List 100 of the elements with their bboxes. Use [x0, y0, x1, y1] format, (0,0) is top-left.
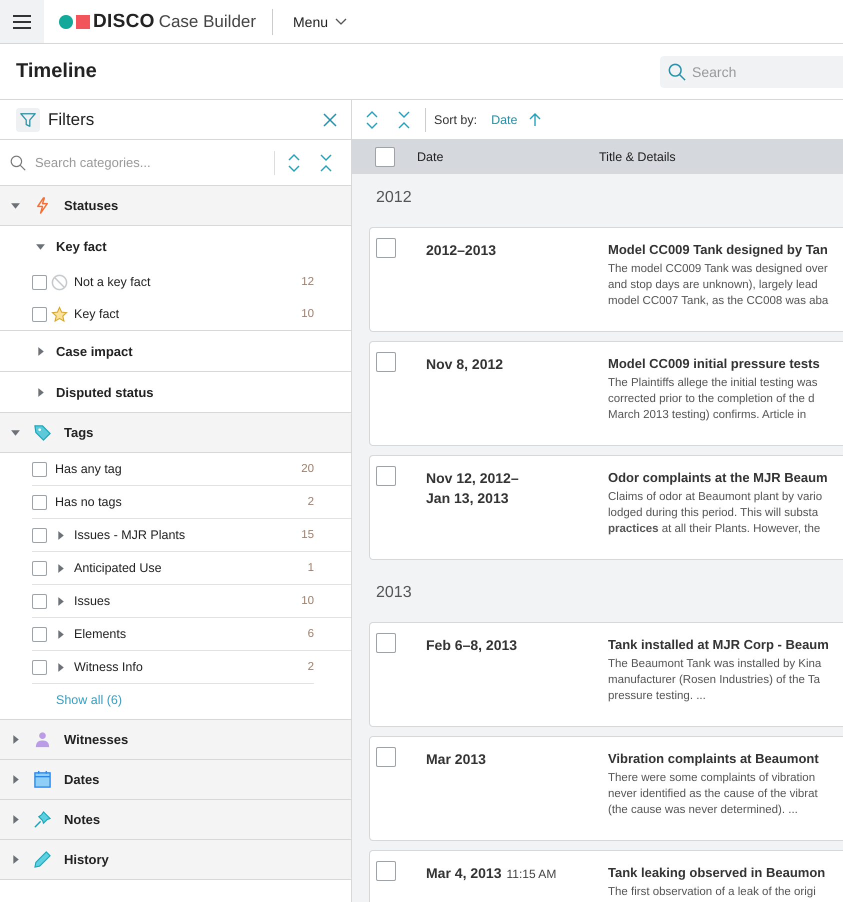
event-title: Model CC009 initial pressure tests: [608, 356, 820, 371]
arrow-up-icon[interactable]: [529, 112, 542, 126]
subcategory-label[interactable]: Case impact: [56, 344, 133, 358]
checkbox[interactable]: [376, 861, 396, 881]
event-details-line: (the cause was never determined). ...: [608, 803, 799, 818]
search-field[interactable]: Search: [660, 56, 843, 88]
subcategory-label[interactable]: Key fact: [56, 238, 107, 254]
category-label: Dates: [64, 772, 100, 787]
event-details-line: never identified as the cause of the vibrat: [608, 787, 819, 802]
event-date: 2012–2013: [426, 242, 496, 258]
category-header[interactable]: Statuses: [0, 186, 351, 226]
checkbox[interactable]: [376, 633, 396, 653]
year-heading: 2012: [375, 188, 413, 208]
category-header[interactable]: Witnesses: [0, 720, 351, 760]
event-title: Tank installed at MJR Corp - Beaum: [608, 637, 829, 652]
checkbox[interactable]: [32, 274, 47, 290]
event-details-line: The Plaintiffs allege the initial testing was: [608, 376, 818, 391]
checkbox[interactable]: [32, 306, 47, 322]
event-date: Jan 13, 2013: [426, 490, 509, 506]
tag-icon: [33, 423, 52, 442]
event-title: Vibration complaints at Beaumont: [608, 751, 819, 766]
chevron-down-icon: [335, 18, 348, 26]
count-label: 20: [301, 463, 314, 475]
menu-dropdown[interactable]: Menu: [293, 10, 348, 34]
count-label: 12: [301, 276, 314, 288]
checkbox[interactable]: [376, 747, 396, 767]
tag-label: Anticipated Use: [74, 561, 163, 575]
search-icon: [668, 62, 686, 80]
category-header[interactable]: Notes: [0, 800, 351, 840]
tag-label: Issues: [74, 594, 112, 608]
menu-icon: [13, 14, 31, 28]
event-card[interactable]: 2012–2013 Model CC009 Tank designed by Tan The model CC009 Tank was designed over and stop days are unknown), largely lead model CC007 Tank, as the CC008 was aba: [369, 227, 843, 332]
event-details-line: corrected prior to the completion of the d: [608, 392, 816, 407]
collapse-all-icon[interactable]: [397, 110, 411, 130]
checkbox[interactable]: [32, 560, 47, 576]
category-label: Notes: [64, 812, 100, 827]
pencil-icon: [33, 850, 52, 869]
event-details-line: The Beaumont Tank was installed by Kina: [608, 657, 822, 672]
checkbox[interactable]: [376, 352, 396, 372]
event-details-line: The model CC009 Tank was designed over: [608, 262, 828, 277]
checkbox[interactable]: [32, 462, 47, 476]
count-label: 2: [308, 496, 314, 508]
event-details-line: and stop days are unknown), largely lead: [608, 278, 819, 293]
event-card[interactable]: Feb 6–8, 2013 Tank installed at MJR Corp - Beaum The Beaumont Tank was installed by Kina manufacturer (Rosen Industries) of the Ta pressure testing. ...: [369, 622, 843, 727]
filter-option-label: Not a key fact: [74, 275, 152, 289]
expand-all-icon[interactable]: [287, 152, 301, 172]
menu-button[interactable]: [0, 0, 44, 43]
checkbox[interactable]: [32, 594, 47, 608]
event-card[interactable]: Mar 4, 2013 11:15 AM Tank leaking observed in Beaumon The first observation of a leak of the origi: [369, 850, 843, 902]
count-label: 6: [308, 628, 314, 640]
tag-label: Elements: [74, 627, 128, 641]
checkbox[interactable]: [32, 626, 47, 642]
event-title: Model CC009 Tank designed by Tan: [608, 242, 828, 257]
tag-label: Issues - MJR Plants: [74, 528, 186, 542]
event-card[interactable]: Nov 8, 2012 Model CC009 initial pressure tests The Plaintiffs allege the initial testing was corrected prior to the completion of the d March 2013 testing) confirms. Article in: [369, 341, 843, 446]
event-title: Odor complaints at the MJR Beaum: [608, 470, 828, 485]
checkbox[interactable]: [376, 238, 396, 258]
category-label: Tags: [64, 425, 94, 440]
event-card[interactable]: Nov 12, 2012– Jan 13, 2013 Odor complaints at the MJR Beaum Claims of odor at Beaumont plant by vario lodged during this period. This will substa practices at all their Plants. However, the: [369, 455, 843, 560]
event-details-line: manufacturer (Rosen Industries) of the Ta: [608, 673, 822, 688]
checkbox[interactable]: [376, 466, 396, 486]
category-label: Statuses: [64, 198, 118, 213]
prohibited-icon: [51, 274, 68, 290]
checkbox[interactable]: [375, 147, 395, 167]
count-label: 10: [301, 595, 314, 607]
event-date: Mar 4, 2013: [426, 865, 502, 881]
checkbox[interactable]: [32, 660, 47, 674]
category-header[interactable]: Dates: [0, 760, 351, 800]
filter-icon[interactable]: [16, 108, 40, 132]
category-header[interactable]: Tags: [0, 413, 351, 453]
calendar-icon: [33, 770, 52, 789]
count-label: 15: [301, 529, 314, 541]
checkbox[interactable]: [32, 528, 47, 542]
collapse-all-icon[interactable]: [319, 152, 333, 172]
sort-field-button[interactable]: Date: [487, 110, 522, 128]
event-date: Nov 8, 2012: [426, 356, 504, 372]
product-name: Case Builder: [158, 12, 256, 32]
sort-label: Sort by:: [434, 112, 478, 126]
category-label: History: [64, 852, 109, 867]
event-details-line: Claims of odor at Beaumont plant by vario: [608, 490, 824, 505]
event-details-line: practices at all their Plants. However, the: [608, 522, 822, 537]
count-label: 2: [308, 661, 314, 673]
filters-title: Filters: [48, 110, 96, 130]
event-details-line: The first observation of a leak of the origi: [608, 885, 817, 900]
year-heading: 2013: [375, 583, 413, 603]
checkbox[interactable]: [32, 494, 47, 510]
page-title: Timeline: [16, 60, 97, 83]
event-details-line: March 2013 testing) confirms. Article in: [608, 408, 808, 423]
filter-option-label: Key fact: [74, 307, 120, 321]
logo-icon: [59, 14, 91, 30]
expand-all-icon[interactable]: [365, 110, 379, 130]
event-time: 11:15 AM: [506, 867, 556, 881]
event-card[interactable]: Mar 2013 Vibration complaints at Beaumont There were some complaints of vibration never identified as the cause of the vibrat (the cause was never determined). ...: [369, 736, 843, 841]
event-date: Mar 2013: [426, 751, 486, 767]
close-icon[interactable]: [323, 112, 337, 126]
column-header: Title & Details: [599, 150, 676, 164]
category-header[interactable]: History: [0, 840, 351, 880]
subcategory-label[interactable]: Disputed status: [56, 384, 154, 400]
pushpin-icon: [33, 810, 52, 829]
tag-label: Witness Info: [74, 660, 144, 674]
